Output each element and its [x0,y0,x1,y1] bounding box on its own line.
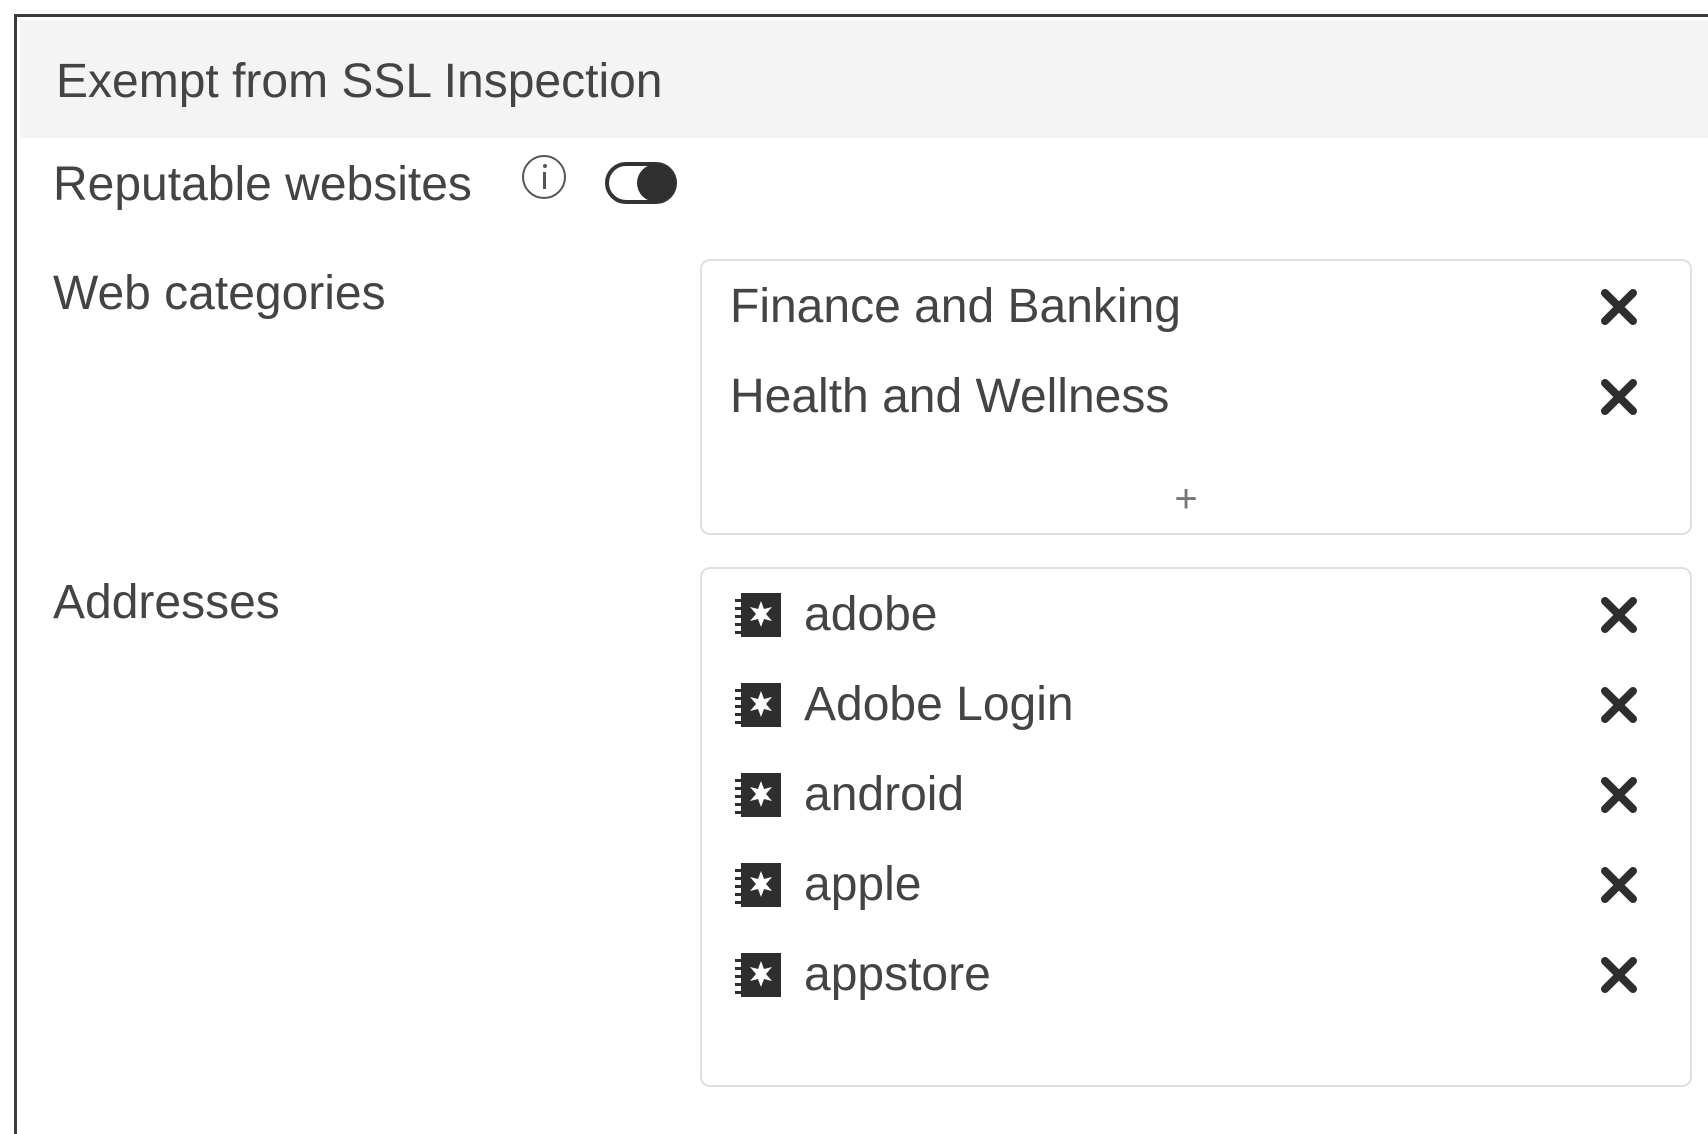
address-item: appstore [702,929,1690,1019]
address-item: adobe [702,569,1690,659]
category-item: Health and Wellness [702,351,1690,441]
reputable-websites-label: Reputable websites [53,158,472,211]
ssl-exemption-panel: Exempt from SSL Inspection Reputable web… [14,14,1708,1134]
address-object-icon [735,683,781,727]
address-item-label: apple [804,858,922,911]
close-icon[interactable] [1597,375,1641,419]
address-object-icon [735,773,781,817]
address-item-label: Adobe Login [804,678,1074,731]
add-category-button[interactable]: + [1166,479,1206,519]
section-header: Exempt from SSL Inspection [20,20,1708,138]
web-categories-label: Web categories [53,267,386,320]
reputable-websites-toggle[interactable] [605,162,677,204]
close-icon[interactable] [1597,683,1641,727]
close-icon[interactable] [1597,285,1641,329]
section-title: Exempt from SSL Inspection [56,55,663,108]
address-item-label: appstore [804,948,991,1001]
category-item-label: Finance and Banking [730,280,1181,333]
address-item-label: adobe [804,588,938,641]
address-item: Adobe Login [702,659,1690,749]
close-icon[interactable] [1597,863,1641,907]
address-item: android [702,749,1690,839]
address-item-label: android [804,768,965,821]
category-item-label: Health and Wellness [730,370,1170,423]
close-icon[interactable] [1597,773,1641,817]
info-circle-icon[interactable] [522,155,566,199]
address-object-icon [735,593,781,637]
close-icon[interactable] [1597,593,1641,637]
web-categories-list: Finance and Banking Health and Wellness … [700,259,1692,535]
address-item: apple [702,839,1690,929]
close-icon[interactable] [1597,953,1641,997]
toggle-thumb [637,164,675,202]
address-object-icon [735,953,781,997]
address-object-icon [735,863,781,907]
addresses-list: adobe Adobe Login android apple appstore [700,567,1692,1087]
category-item: Finance and Banking [702,261,1690,351]
addresses-label: Addresses [53,576,280,629]
